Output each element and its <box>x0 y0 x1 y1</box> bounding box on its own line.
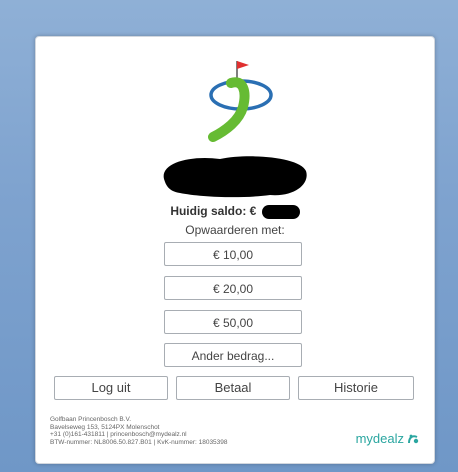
logout-button[interactable]: Log uit <box>54 376 168 400</box>
footer-contact: +31 (0)161-431811 | princenbosch@mydealz… <box>50 431 187 438</box>
balance-label: Huidig saldo: € <box>170 204 257 218</box>
topup-20-button[interactable]: € 20,00 <box>164 276 302 300</box>
brand-name: mydealz <box>355 431 404 446</box>
topup-50-button[interactable]: € 50,00 <box>164 310 302 334</box>
footer-address: Bavelseweg 153, 5124PX Molenschot <box>50 423 160 431</box>
history-button[interactable]: Historie <box>298 376 414 400</box>
topup-card: Huidig saldo: € Opwaarderen met: € 10,00… <box>35 36 435 464</box>
mydealz-brand: mydealz <box>356 431 420 446</box>
balance-row: Huidig saldo: € <box>36 204 434 219</box>
mydealz-logo-icon <box>408 434 419 443</box>
redacted-balance-value <box>261 204 300 219</box>
footer-registration: BTW-nummer: NL8006.50.827.B01 | KvK-numm… <box>50 438 228 446</box>
footer-company-name: Golfbaan Princenbosch B.V. <box>50 416 132 423</box>
pay-button[interactable]: Betaal <box>176 376 290 400</box>
golf-club-logo-icon <box>208 61 273 142</box>
other-amount-button[interactable]: Ander bedrag... <box>164 343 302 367</box>
redacted-name-block <box>163 156 307 198</box>
topup-label: Opwaarderen met: <box>185 223 285 237</box>
topup-10-button[interactable]: € 10,00 <box>164 242 302 266</box>
company-footer: Golfbaan Princenbosch B.V. Bavelseweg 15… <box>50 416 228 446</box>
